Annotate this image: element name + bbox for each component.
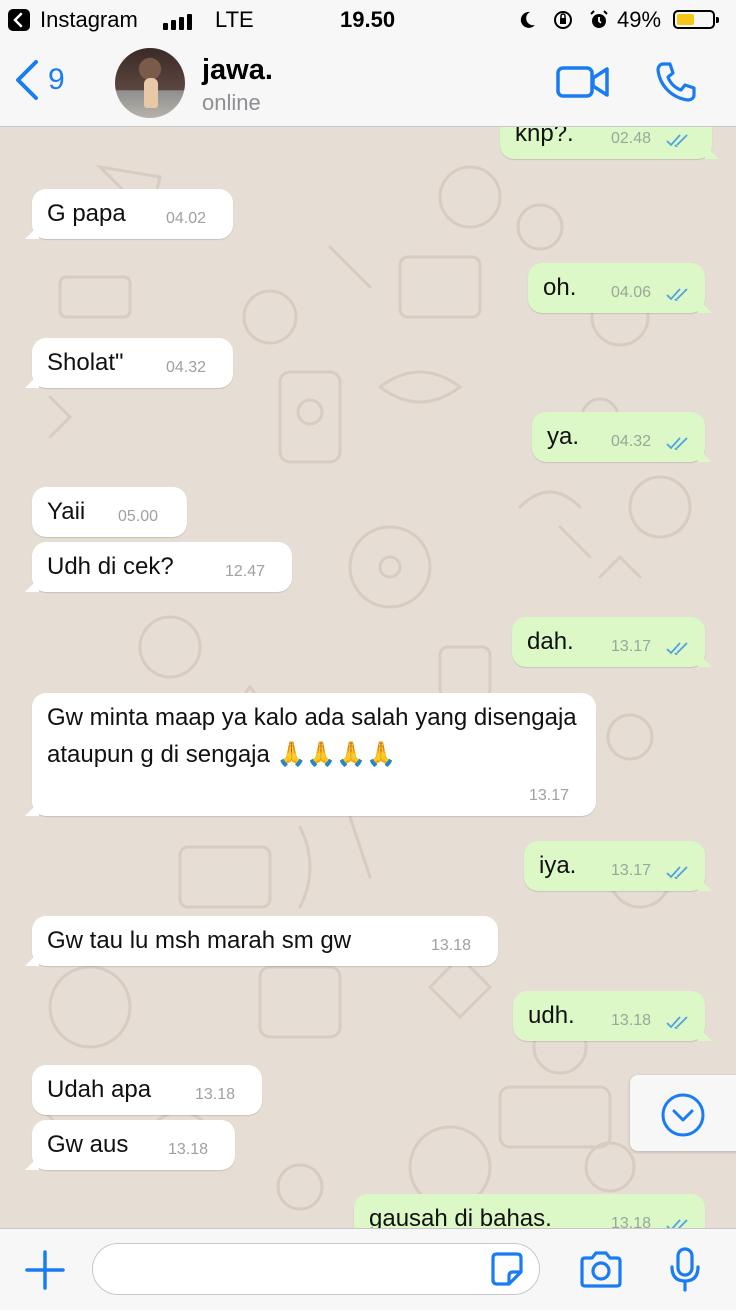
unread-chats-count: 9 (48, 63, 65, 96)
back-button[interactable]: 9 (14, 58, 65, 102)
outgoing-message[interactable]: ya. 04.32 (532, 412, 712, 462)
message-time: 13.17 (611, 862, 652, 879)
message-text: knp?. (515, 127, 574, 147)
read-ticks-icon (666, 866, 688, 879)
outgoing-message[interactable]: udh. 13.18 (513, 991, 712, 1041)
incoming-message[interactable]: Udah apa 13.18 (32, 1065, 262, 1115)
message-time: 02.48 (611, 130, 652, 147)
chat-header: 9 jawa. online (0, 40, 736, 127)
contact-status: online (202, 90, 261, 115)
rotation-lock-icon (554, 11, 572, 29)
message-time: 05.00 (118, 508, 159, 525)
message-time: 04.32 (611, 433, 652, 450)
do-not-disturb-icon (520, 11, 535, 28)
plus-icon[interactable] (24, 1249, 66, 1291)
message-text: oh. (543, 274, 577, 301)
message-text: ya. (547, 423, 580, 450)
message-text: Sholat" (47, 349, 124, 376)
message-time: 13.18 (168, 1141, 209, 1158)
outgoing-message[interactable]: gausah di bahas. 13.18 (354, 1194, 705, 1228)
message-input-field[interactable] (92, 1243, 540, 1295)
clock: 19.50 (340, 7, 396, 32)
message-input[interactable] (111, 1256, 475, 1284)
camera-icon[interactable] (578, 1251, 624, 1289)
battery-icon (673, 10, 719, 29)
back-to-app-label[interactable]: Instagram (40, 7, 138, 33)
signal-icon (163, 12, 192, 30)
scroll-to-bottom-button[interactable] (630, 1075, 736, 1151)
video-call-icon[interactable] (556, 64, 610, 100)
chevron-left-icon (16, 60, 38, 100)
message-text: gausah di bahas. (369, 1205, 552, 1228)
message-text: Gw minta maap ya kalo ada salah yang dis… (47, 704, 577, 768)
message-time: 13.18 (195, 1086, 236, 1103)
read-ticks-icon (666, 642, 688, 655)
incoming-message[interactable]: Udh di cek? 12.47 (25, 542, 292, 592)
read-ticks-icon (666, 134, 688, 147)
sticker-icon[interactable] (487, 1250, 527, 1290)
message-text: iya. (539, 852, 577, 879)
incoming-message[interactable]: Yaii 05.00 (32, 487, 187, 537)
message-text: dah. (527, 628, 574, 655)
message-text: Gw tau lu msh marah sm gw (47, 927, 352, 954)
outgoing-message[interactable]: oh. 04.06 (528, 263, 712, 313)
incoming-message[interactable]: G papa 04.02 (25, 189, 233, 239)
message-text: G papa (47, 200, 126, 227)
outgoing-message[interactable]: dah. 13.17 (512, 617, 712, 667)
read-ticks-icon (666, 1016, 688, 1029)
message-time: 13.17 (529, 787, 570, 804)
alarm-icon (590, 10, 608, 28)
message-text: Udah apa (47, 1076, 152, 1103)
message-time: 13.17 (611, 638, 652, 655)
message-text: Udh di cek? (47, 553, 174, 580)
back-to-app-icon[interactable] (8, 9, 30, 31)
chevron-down-icon (661, 1093, 705, 1137)
network-type: LTE (215, 7, 254, 32)
read-ticks-icon (666, 1219, 688, 1228)
message-time: 13.18 (431, 937, 472, 954)
composer-bar (0, 1228, 736, 1310)
message-text: udh. (528, 1002, 575, 1029)
message-text: Yaii (47, 498, 86, 525)
read-ticks-icon (666, 288, 688, 301)
incoming-message[interactable]: Gw aus 13.18 (25, 1120, 235, 1170)
message-time: 13.18 (611, 1215, 652, 1228)
status-bar: Instagram LTE 19.50 49% (0, 0, 736, 40)
incoming-message[interactable]: Sholat" 04.32 (25, 338, 233, 388)
outgoing-message[interactable]: iya. 13.17 (524, 841, 712, 891)
message-time: 12.47 (225, 563, 266, 580)
battery-percent: 49% (617, 7, 662, 32)
incoming-message[interactable]: Gw minta maap ya kalo ada salah yang dis… (25, 693, 596, 816)
contact-name[interactable]: jawa. (202, 54, 273, 87)
read-ticks-icon (666, 437, 688, 450)
message-time: 04.32 (166, 359, 207, 376)
message-text: Gw aus (47, 1131, 129, 1158)
incoming-message[interactable]: Gw tau lu msh marah sm gw 13.18 (25, 916, 498, 966)
message-list[interactable]: knp?. 02.48 G papa 04.02 oh. 04.06 Shola… (0, 127, 736, 1228)
message-time: 04.02 (166, 210, 207, 227)
avatar[interactable] (115, 48, 185, 118)
voice-call-icon[interactable] (654, 60, 698, 104)
message-time: 04.06 (611, 284, 652, 301)
microphone-icon[interactable] (668, 1247, 702, 1293)
message-time: 13.18 (611, 1012, 652, 1029)
outgoing-message[interactable]: knp?. 02.48 (500, 127, 719, 159)
